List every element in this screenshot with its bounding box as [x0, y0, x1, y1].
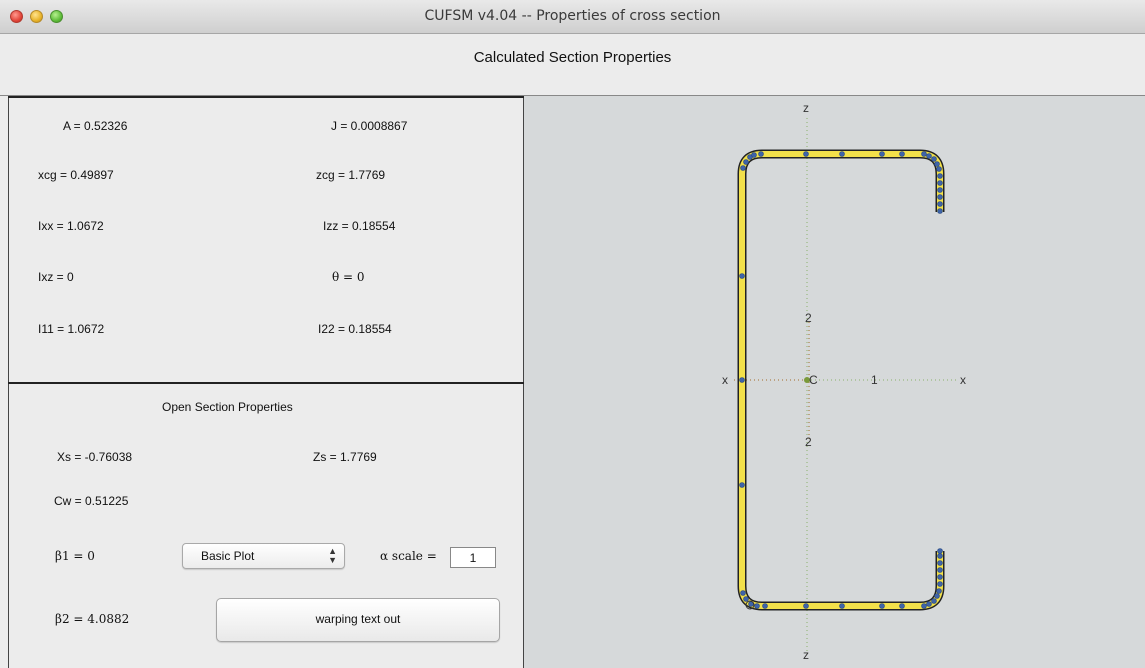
zs-value: Zs = 1.7769 — [313, 450, 377, 464]
ixx-value: Ixx = 1.0672 — [38, 219, 104, 233]
section-fill — [739, 151, 943, 609]
axis-1-label: 1 — [871, 373, 878, 387]
title-bar: CUFSM v4.04 -- Properties of cross secti… — [0, 0, 1145, 34]
plot-type-selected-value: Basic Plot — [201, 549, 255, 563]
axis-2-top-label: 2 — [805, 311, 812, 325]
i11-value: I11 = 1.0672 — [38, 322, 105, 336]
beta1-value: β1 = 0 — [55, 549, 95, 563]
centroid-label: C — [809, 373, 818, 387]
i22-value: I22 = 0.18554 — [318, 322, 392, 336]
panel-top-divider — [8, 96, 524, 98]
torsion-constant-value: J = 0.0008867 — [331, 119, 408, 133]
theta-value: θ = 0 — [332, 270, 365, 284]
ixz-value: Ixz = 0 — [38, 270, 74, 284]
open-section-title: Open Section Properties — [162, 400, 293, 414]
plot-type-select[interactable]: Basic Plot ▲ ▼ — [182, 543, 345, 569]
area-value: A = 0.52326 — [63, 119, 128, 133]
panel-middle-divider — [8, 382, 524, 384]
page-title: Calculated Section Properties — [473, 49, 672, 66]
warping-text-out-button[interactable]: warping text out — [216, 598, 500, 642]
z-axis-top-label: z — [803, 101, 809, 115]
window-title: CUFSM v4.04 -- Properties of cross secti… — [424, 8, 721, 24]
alpha-scale-label: α scale = — [380, 549, 437, 563]
section-plot-canvas: z z x x C 1 2 2 — [722, 101, 966, 662]
alpha-scale-input[interactable]: 1 — [450, 547, 496, 568]
zcg-value: zcg = 1.7769 — [316, 168, 386, 182]
cw-value: Cw = 0.51225 — [54, 494, 129, 508]
beta2-value: β2 = 4.0882 — [55, 612, 130, 626]
x-axis-left-label: x — [722, 373, 728, 387]
xs-value: Xs = -0.76038 — [57, 450, 133, 464]
section-plot[interactable]: z z x x C 1 2 2 — [524, 96, 1145, 668]
axis-2-bottom-label: 2 — [805, 435, 812, 449]
warping-text-out-label: warping text out — [315, 612, 401, 626]
section-nodes — [739, 151, 943, 609]
xcg-value: xcg = 0.49897 — [38, 168, 114, 182]
select-stepper-icon: ▲ ▼ — [328, 546, 337, 565]
x-axis-right-label: x — [960, 373, 966, 387]
section-outline — [737, 149, 945, 611]
z-axis-bottom-label: z — [803, 648, 809, 662]
izz-value: Izz = 0.18554 — [323, 219, 396, 233]
section-properties-header: Calculated Section Properties — [0, 34, 1145, 96]
